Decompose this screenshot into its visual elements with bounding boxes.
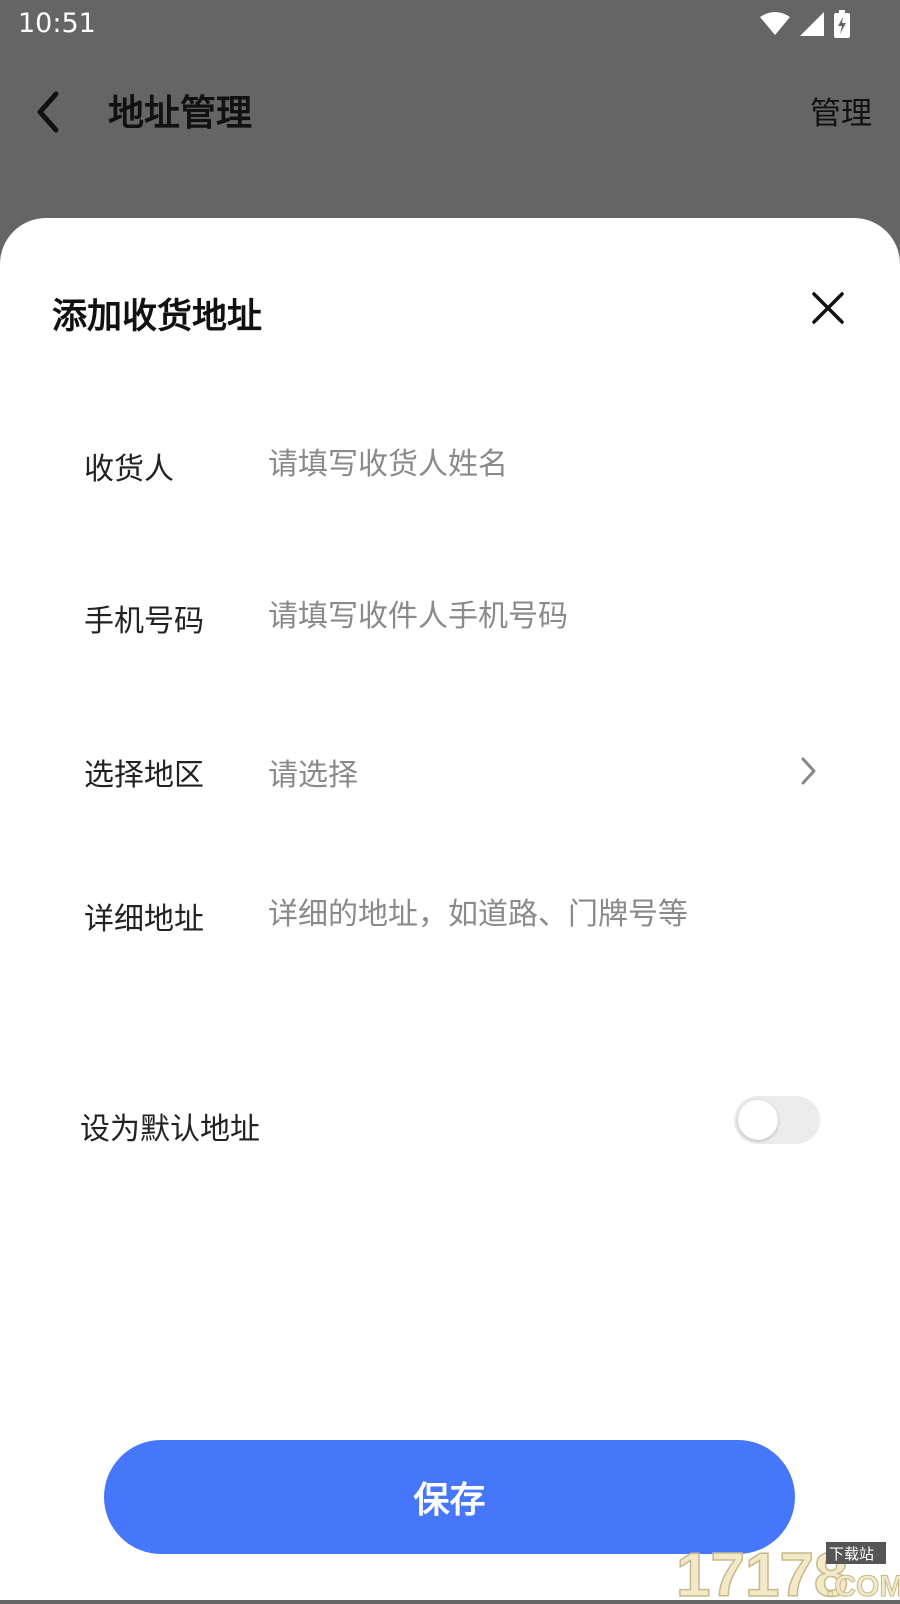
status-icons (760, 10, 850, 38)
close-icon (812, 292, 844, 324)
detail-address-row: 详细地址 (0, 874, 900, 954)
default-address-label: 设为默认地址 (80, 1112, 260, 1147)
phone-row: 手机号码 (0, 576, 900, 656)
detail-address-input[interactable] (268, 888, 788, 940)
watermark-tag: 下载站 (829, 1545, 874, 1563)
watermark-number: 17178 (676, 1541, 848, 1600)
wifi-icon (760, 12, 790, 36)
toggle-knob (738, 1100, 778, 1140)
back-button[interactable] (28, 86, 72, 138)
detail-address-label: 详细地址 (84, 902, 204, 937)
chevron-right-icon (801, 757, 816, 785)
phone-input[interactable] (268, 590, 788, 642)
app-header: 地址管理 管理 (0, 60, 900, 160)
manage-button[interactable]: 管理 (810, 88, 872, 133)
recipient-label: 收货人 (84, 452, 174, 487)
cellular-signal-icon (800, 12, 824, 36)
chevron-left-icon (37, 91, 59, 133)
watermark-logo: 17178 下载站 .COM (675, 1538, 900, 1604)
page-title: 地址管理 (108, 93, 253, 134)
region-label: 选择地区 (84, 758, 204, 793)
sheet-title: 添加收货地址 (52, 297, 263, 337)
default-address-toggle[interactable] (734, 1096, 820, 1144)
recipient-input[interactable] (268, 438, 788, 490)
add-address-sheet: 添加收货地址 收货人 手机号码 选择地区 请选择 详细地址 设为默认地址 保存 (0, 218, 900, 1600)
region-row[interactable]: 选择地区 请选择 (0, 730, 900, 810)
save-button[interactable]: 保存 (104, 1440, 795, 1554)
battery-charging-icon (834, 10, 850, 38)
status-bar: 10:51 (0, 0, 900, 48)
recipient-row: 收货人 (0, 424, 900, 504)
status-time: 10:51 (18, 8, 96, 39)
close-button[interactable] (806, 286, 850, 330)
phone-label: 手机号码 (84, 604, 204, 639)
watermark-suffix: .COM (826, 1570, 900, 1600)
default-address-row: 设为默认地址 (0, 1086, 900, 1166)
region-select[interactable]: 请选择 (268, 750, 358, 794)
